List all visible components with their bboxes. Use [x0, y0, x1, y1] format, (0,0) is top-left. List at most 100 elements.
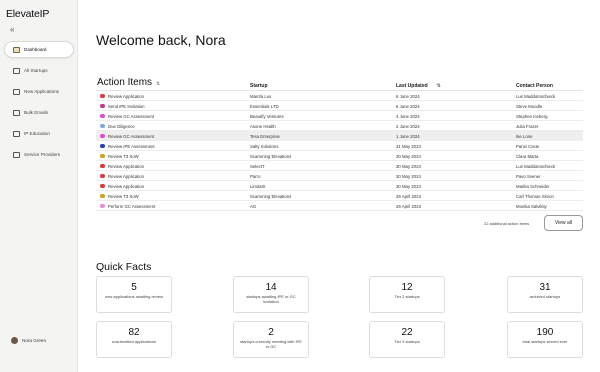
- quick-fact-value: 82: [128, 327, 140, 338]
- applications-icon: [13, 88, 20, 95]
- table-row[interactable]: Review Application Parro 30 May 2024 Pavo S…: [96, 171, 583, 181]
- quick-fact-label: unsubmitted applications: [111, 339, 157, 344]
- action-items-table: Review Application Mamfa Lux 6 June 2024 Lu…: [96, 91, 583, 211]
- last-updated-date: 31 May 2024: [396, 143, 421, 149]
- startup-name: Parro: [250, 173, 261, 179]
- quick-fact-value: 12: [401, 282, 413, 293]
- status-dot-icon: [100, 193, 105, 199]
- sidebar-item-ip-education[interactable]: IP Education: [4, 125, 74, 142]
- last-updated-date: 29 April 2024: [396, 203, 422, 209]
- quick-fact-label: new applications awaiting review: [104, 294, 164, 299]
- quick-fact-label: Tier 2 startups: [394, 294, 420, 299]
- last-updated-date: 30 May 2024: [396, 163, 421, 169]
- action-label: Review Application: [108, 183, 145, 189]
- action-items-title-text: Action Items: [97, 77, 153, 88]
- sidebar-item-label: All Startups: [24, 68, 48, 73]
- quick-fact-card[interactable]: 82 unsubmitted applications: [96, 321, 172, 358]
- action-label: Review GC Assessment: [108, 133, 155, 139]
- sidebar-item-label: Service Providers: [24, 152, 60, 157]
- column-header-last-updated[interactable]: Last Updated ⇅: [396, 83, 441, 89]
- view-all-button[interactable]: View all: [544, 215, 583, 231]
- sidebar-item-service-providers[interactable]: Service Providers: [4, 146, 74, 163]
- action-label: Review T3 SoW: [108, 153, 139, 159]
- quick-fact-value: 22: [401, 327, 413, 338]
- table-row[interactable]: Review T3 SoW Scamming Elevations 30 May 2…: [96, 151, 583, 161]
- sidebar-item-label: Bulk Emails: [24, 110, 48, 115]
- quick-fact-card[interactable]: 22 Tier 3 startups: [369, 321, 445, 358]
- sidebar-item-label: Dashboard: [24, 47, 47, 52]
- contact-person: Pansi Coste: [516, 143, 540, 149]
- last-updated-date: 29 April 2024: [396, 193, 422, 199]
- table-row[interactable]: Due Diligence Asone Health 2 June 2024 Juli…: [96, 121, 583, 131]
- quick-fact-label: total startups served ever: [522, 339, 568, 344]
- table-row[interactable]: Review GC Assessment Tesa Enterprise 1 Jun…: [96, 131, 583, 141]
- table-row[interactable]: Send IPE Invitation Essentials LTD 6 June …: [96, 101, 583, 111]
- dashboard-icon: [13, 46, 20, 53]
- quick-fact-label: archived startups: [529, 294, 561, 299]
- last-updated-date: 6 June 2024: [396, 93, 420, 99]
- status-dot-icon: [100, 163, 105, 169]
- table-row[interactable]: Review Application Mamfa Lux 6 June 2024 Lu…: [96, 91, 583, 101]
- quick-fact-label: startups awaiting IPE or GC invitation: [246, 294, 296, 304]
- startup-name: Essentials LTD: [250, 103, 279, 109]
- startup-name: SelectT: [250, 163, 265, 169]
- last-updated-date: 30 May 2024: [396, 153, 421, 159]
- startup-name: Mamfa Lux: [250, 93, 272, 99]
- column-header-last-updated-label: Last Updated: [396, 83, 428, 89]
- sidebar: ElevateIP « Dashboard All Startups New A…: [0, 0, 78, 372]
- table-row[interactable]: Review GC Assessment Beautify Ventures 4 J…: [96, 111, 583, 121]
- action-label: Review Application: [108, 163, 145, 169]
- education-icon: [13, 130, 20, 137]
- startup-name: Tesa Enterprise: [250, 133, 280, 139]
- quick-fact-card[interactable]: 12 Tier 2 startups: [369, 276, 445, 313]
- quick-fact-card[interactable]: 2 startups currently meeting with IPE or …: [233, 321, 309, 358]
- collapse-sidebar-icon[interactable]: «: [10, 25, 14, 34]
- contact-person: Lus Maddotoschieck: [516, 163, 556, 169]
- action-label: Review Application: [108, 93, 145, 99]
- quick-fact-value: 5: [131, 282, 137, 293]
- contact-person: Monika Salvikity: [516, 203, 547, 209]
- sidebar-item-all-startups[interactable]: All Startups: [4, 62, 74, 79]
- user-name: Nora Green: [22, 338, 47, 343]
- action-label: Review GC Assessment: [108, 113, 155, 119]
- sidebar-item-dashboard[interactable]: Dashboard: [4, 41, 74, 58]
- table-row[interactable]: Review Application LimitaIX 30 May 2024 Mar…: [96, 181, 583, 191]
- last-updated-date: 6 June 2024: [396, 103, 420, 109]
- quick-fact-card[interactable]: 31 archived startups: [507, 276, 583, 313]
- sidebar-item-bulk-emails[interactable]: Bulk Emails: [4, 104, 74, 121]
- startup-name: Asone Health: [250, 123, 276, 129]
- status-dot-icon: [100, 113, 105, 119]
- avatar: [11, 337, 18, 344]
- quick-fact-card[interactable]: 5 new applications awaiting review: [96, 276, 172, 313]
- quick-fact-value: 190: [536, 327, 554, 338]
- sidebar-item-label: New Applications: [24, 89, 59, 94]
- startup-name: Beautify Ventures: [250, 113, 284, 119]
- app-logo[interactable]: ElevateIP: [6, 8, 49, 20]
- table-row[interactable]: Review Application SelectT 30 May 2024 Lus …: [96, 161, 583, 171]
- last-updated-date: 30 May 2024: [396, 183, 421, 189]
- sort-icon[interactable]: ⇅: [156, 81, 160, 87]
- user-profile[interactable]: Nora Green: [11, 337, 46, 344]
- additional-items-text: 22 additional action items: [484, 221, 530, 226]
- startups-icon: [13, 67, 20, 74]
- action-label: Perform GC Assessment: [108, 203, 156, 209]
- contact-person: Stephen Iceberg: [516, 113, 548, 119]
- quick-fact-card[interactable]: 14 startups awaiting IPE or GC invitation: [233, 276, 309, 313]
- sidebar-item-label: IP Education: [24, 131, 50, 136]
- table-row[interactable]: Perform GC Assessment AG 29 April 2024 Moni…: [96, 201, 583, 211]
- column-header-startup[interactable]: Startup: [250, 83, 268, 89]
- action-label: Review T3 SoW: [108, 193, 139, 199]
- table-row[interactable]: Review T3 SoW Scamming Elevations 29 April…: [96, 191, 583, 201]
- action-label: Due Diligence: [108, 123, 135, 129]
- sort-icon[interactable]: ⇅: [437, 83, 441, 89]
- status-dot-icon: [100, 103, 105, 109]
- sidebar-item-new-applications[interactable]: New Applications: [4, 83, 74, 100]
- quick-fact-card[interactable]: 190 total startups served ever: [507, 321, 583, 358]
- table-row[interactable]: Review IPE Assessment Salty Solutions 31 M…: [96, 141, 583, 151]
- column-header-contact-person[interactable]: Contact Person: [516, 83, 553, 89]
- startup-name: AG: [250, 203, 257, 209]
- status-dot-icon: [100, 123, 105, 129]
- action-label: Send IPE Invitation: [108, 103, 145, 109]
- page-title: Welcome back, Nora: [96, 32, 226, 48]
- providers-icon: [13, 151, 20, 158]
